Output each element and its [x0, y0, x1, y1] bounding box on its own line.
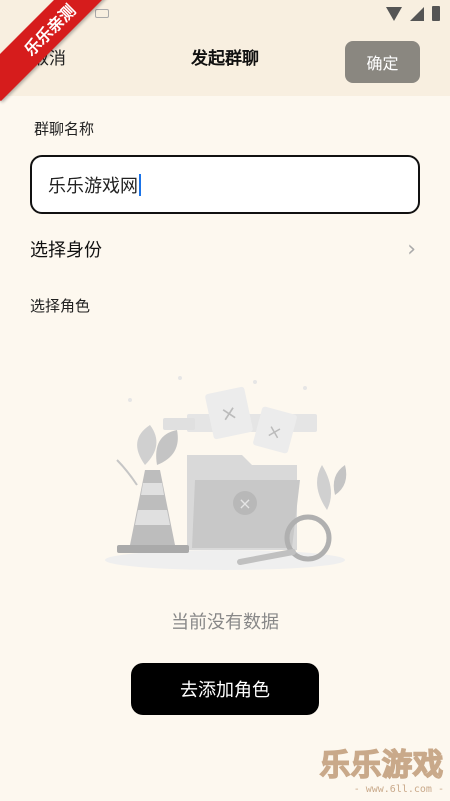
group-name-value: 乐乐游戏网 [48, 175, 138, 197]
select-role-label: 选择角色 [30, 297, 91, 315]
signal-icon [410, 6, 424, 21]
text-caret [139, 173, 141, 196]
empty-state-message: 当前没有数据 [171, 612, 279, 633]
wifi-icon [386, 6, 402, 21]
keyboard-icon [95, 9, 109, 18]
add-role-button[interactable]: 去添加角色 [131, 663, 319, 715]
svg-text:×: × [238, 494, 251, 513]
watermark: 乐乐游戏 - www.6ll.com - [319, 740, 444, 795]
group-name-input[interactable]: 乐乐游戏网 [30, 155, 420, 214]
chevron-right-icon: › [407, 236, 416, 262]
confirm-button[interactable]: 确定 [345, 41, 420, 83]
empty-folder-illustration: × × × [105, 376, 347, 570]
header: 取消 发起群聊 确定 [0, 30, 450, 96]
watermark-title: 乐乐游戏 [319, 747, 444, 784]
select-identity-label: 选择身份 [30, 240, 102, 261]
watermark-url: - www.6ll.com - [353, 784, 444, 795]
group-name-label: 群聊名称 [34, 120, 95, 138]
status-icons [386, 6, 440, 21]
battery-icon [432, 6, 440, 21]
select-identity-row[interactable]: 选择身份 › [30, 230, 420, 268]
